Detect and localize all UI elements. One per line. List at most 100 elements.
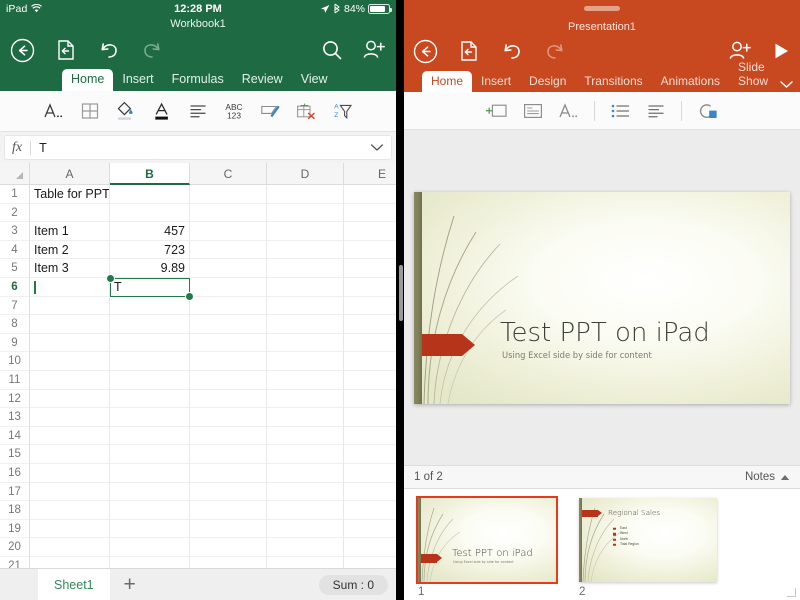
back-button[interactable]: [413, 39, 438, 64]
notes-toggle[interactable]: Notes: [745, 471, 790, 483]
cell-C7[interactable]: [190, 296, 267, 316]
cell-C5[interactable]: [190, 259, 267, 278]
tab-home[interactable]: Home: [422, 71, 473, 92]
cell-E13[interactable]: [344, 408, 396, 427]
cell-A2[interactable]: [30, 203, 110, 223]
cell-D12[interactable]: [267, 389, 344, 409]
bullet-list-icon[interactable]: [602, 93, 638, 129]
cell-D11[interactable]: [267, 370, 344, 390]
cell-styles-brush-icon[interactable]: [252, 93, 288, 129]
cell-B9[interactable]: [110, 333, 190, 353]
formula-input-wrapper[interactable]: fx T: [4, 135, 392, 160]
cell-C11[interactable]: [190, 370, 267, 390]
cell-A16[interactable]: [30, 463, 110, 483]
table-row[interactable]: 18: [0, 501, 396, 520]
slide-canvas[interactable]: Test PPT on iPad Using Excel side by sid…: [404, 130, 800, 465]
tab-formulas[interactable]: Formulas: [163, 69, 233, 91]
cell-D14[interactable]: [267, 426, 344, 446]
row-header-14[interactable]: 14: [0, 426, 30, 446]
row-header-17[interactable]: 17: [0, 482, 30, 502]
tab-home[interactable]: Home: [62, 69, 114, 91]
file-open-icon[interactable]: [54, 38, 78, 62]
table-row[interactable]: 7: [0, 296, 396, 316]
cell-A18[interactable]: [30, 501, 110, 520]
scrollbar-thumb[interactable]: [399, 265, 403, 321]
cell-B6[interactable]: [110, 277, 190, 297]
select-all-corner[interactable]: [0, 163, 30, 185]
cell-E21[interactable]: [344, 557, 396, 568]
cell-A7[interactable]: [30, 296, 110, 316]
add-sheet-button[interactable]: +: [110, 569, 150, 600]
cell-B18[interactable]: [110, 501, 190, 520]
cell-D8[interactable]: [267, 315, 344, 334]
table-row[interactable]: 15: [0, 445, 396, 464]
back-button[interactable]: [10, 38, 35, 63]
row-header-11[interactable]: 11: [0, 370, 30, 390]
cell-C17[interactable]: [190, 482, 267, 502]
row-header-12[interactable]: 12: [0, 389, 30, 409]
cell-E19[interactable]: [344, 520, 396, 539]
row-header-9[interactable]: 9: [0, 333, 30, 353]
cell-B8[interactable]: [110, 315, 190, 334]
cell-B10[interactable]: [110, 352, 190, 371]
drag-handle[interactable]: [584, 6, 620, 11]
layout-icon[interactable]: [515, 93, 551, 129]
cell-C10[interactable]: [190, 352, 267, 371]
table-row[interactable]: 12: [0, 389, 396, 409]
tab-view[interactable]: View: [292, 69, 337, 91]
cell-A11[interactable]: [30, 370, 110, 390]
table-row[interactable]: 3 Item 1 457: [0, 222, 396, 241]
status-sum-badge[interactable]: Sum : 0: [318, 574, 388, 595]
cell-C1[interactable]: [190, 185, 267, 204]
cell-E14[interactable]: [344, 427, 396, 446]
cell-D3[interactable]: [267, 222, 344, 241]
cell-A1[interactable]: Table for PPT: [30, 185, 110, 204]
cell-C8[interactable]: [190, 315, 267, 334]
cell-D15[interactable]: [267, 445, 344, 464]
shape-format-icon[interactable]: [689, 93, 725, 129]
cell-A5[interactable]: Item 3: [30, 259, 110, 278]
align-left-icon[interactable]: [180, 93, 216, 129]
cell-D10[interactable]: [267, 352, 344, 371]
cell-C9[interactable]: [190, 333, 267, 353]
cell-D20[interactable]: [267, 538, 344, 557]
new-slide-icon[interactable]: [479, 93, 515, 129]
caret-up-icon[interactable]: [780, 474, 790, 481]
slide-title[interactable]: Test PPT on iPad: [500, 318, 710, 348]
row-header-1[interactable]: 1: [0, 185, 30, 204]
tab-transitions[interactable]: Transitions: [575, 71, 651, 92]
cell-E4[interactable]: [344, 241, 396, 260]
undo-button[interactable]: [97, 38, 121, 62]
tab-insert[interactable]: Insert: [472, 71, 520, 92]
split-view-grab-handle-bar[interactable]: [404, 0, 800, 17]
column-header-c[interactable]: C: [190, 163, 267, 185]
table-row[interactable]: 13: [0, 408, 396, 427]
cell-C15[interactable]: [190, 445, 267, 464]
cell-C12[interactable]: [190, 389, 267, 409]
row-header-10[interactable]: 10: [0, 352, 30, 371]
cell-A21[interactable]: [30, 556, 110, 568]
cell-A20[interactable]: [30, 538, 110, 557]
cell-D18[interactable]: [267, 501, 344, 520]
align-left-icon[interactable]: [638, 93, 674, 129]
cell-B21[interactable]: [110, 556, 190, 568]
split-view-divider[interactable]: [396, 0, 404, 600]
cell-A9[interactable]: [30, 333, 110, 353]
cell-A3[interactable]: Item 1: [30, 222, 110, 241]
cell-E10[interactable]: [344, 352, 396, 371]
cell-A12[interactable]: [30, 389, 110, 409]
cell-E2[interactable]: [344, 204, 396, 223]
cell-C4[interactable]: [190, 240, 267, 260]
cell-A14[interactable]: [30, 426, 110, 446]
cell-A6[interactable]: [30, 277, 110, 297]
cell-A4[interactable]: Item 2: [30, 240, 110, 260]
table-row[interactable]: 9: [0, 333, 396, 353]
cell-C19[interactable]: [190, 519, 267, 539]
tab-slide-show[interactable]: Slide Show: [729, 57, 779, 92]
search-icon[interactable]: [321, 39, 343, 61]
cell-B19[interactable]: [110, 519, 190, 539]
row-header-6[interactable]: 6: [0, 277, 30, 297]
tab-design[interactable]: Design: [520, 71, 575, 92]
clear-cells-icon[interactable]: [288, 93, 324, 129]
cell-D19[interactable]: [267, 519, 344, 539]
